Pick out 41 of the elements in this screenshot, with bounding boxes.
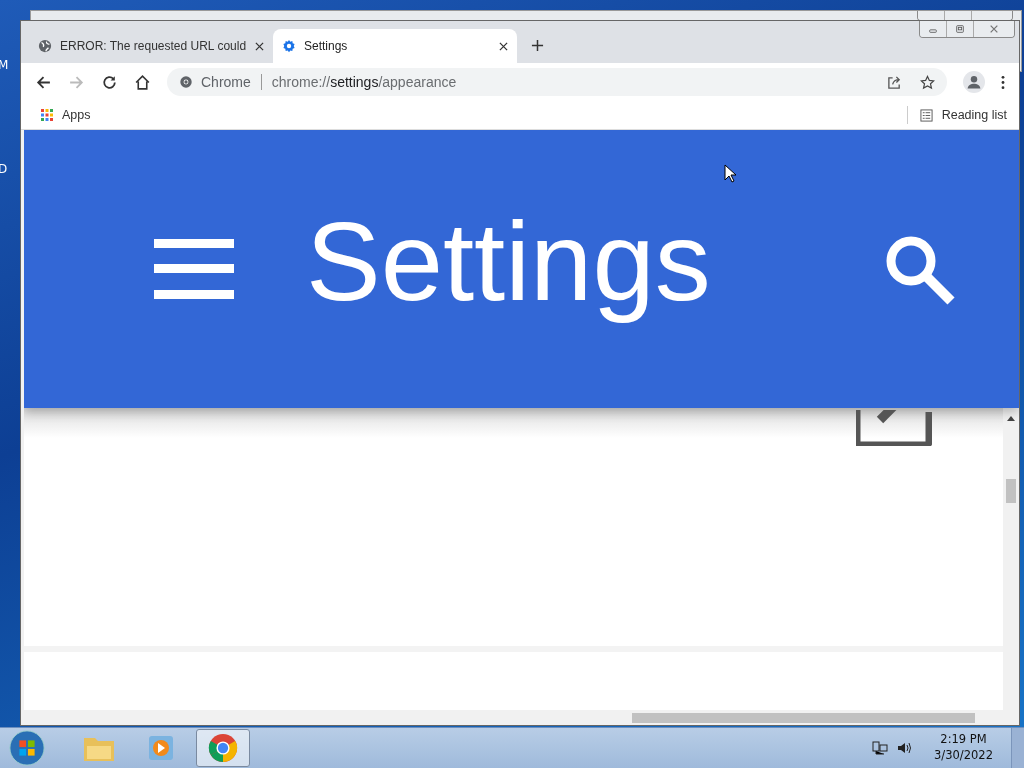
scroll-thumb[interactable] bbox=[1006, 479, 1016, 503]
desktop-icon-label: D bbox=[0, 162, 9, 176]
network-icon[interactable] bbox=[872, 740, 889, 756]
scroll-up-icon[interactable] bbox=[1007, 416, 1015, 421]
home-icon[interactable] bbox=[134, 73, 151, 91]
restore-button[interactable] bbox=[946, 21, 973, 37]
site-label: Chrome bbox=[201, 74, 251, 90]
chrome-icon bbox=[208, 733, 238, 763]
page-title: Settings bbox=[306, 206, 711, 326]
restore-icon bbox=[955, 24, 965, 34]
mouse-cursor-icon bbox=[724, 164, 736, 184]
star-icon[interactable] bbox=[920, 74, 935, 90]
browser-tab[interactable]: Settings bbox=[273, 29, 517, 63]
minimize-button[interactable] bbox=[920, 21, 946, 37]
reading-list-button[interactable]: Reading list bbox=[915, 106, 1011, 124]
clock[interactable]: 2:19 PM 3/30/2022 bbox=[934, 732, 993, 764]
desktop-icon-label: M bbox=[0, 58, 9, 72]
apps-bookmark[interactable]: Apps bbox=[37, 106, 95, 124]
globe-icon bbox=[38, 39, 52, 53]
profile-icon[interactable] bbox=[963, 71, 985, 93]
new-tab-icon[interactable] bbox=[531, 39, 544, 52]
play-icon bbox=[147, 734, 175, 762]
clock-time: 2:19 PM bbox=[940, 732, 987, 748]
reload-icon[interactable] bbox=[101, 73, 118, 91]
menu-icon[interactable] bbox=[1001, 74, 1005, 90]
apps-grid-icon bbox=[41, 109, 53, 121]
speaker-icon[interactable] bbox=[896, 740, 913, 756]
clock-date: 3/30/2022 bbox=[934, 748, 993, 764]
share-icon[interactable] bbox=[887, 74, 902, 90]
browser-tab[interactable]: ERROR: The requested URL could bbox=[29, 29, 273, 63]
address-bar[interactable]: Chrome chrome://settings/appearance bbox=[167, 68, 947, 96]
chrome-icon bbox=[179, 75, 193, 89]
list-icon bbox=[919, 108, 933, 122]
taskbar-button[interactable] bbox=[196, 729, 250, 767]
edit-icon[interactable] bbox=[856, 410, 932, 446]
close-icon[interactable] bbox=[499, 41, 508, 51]
close-icon bbox=[989, 24, 999, 34]
close-icon[interactable] bbox=[255, 41, 264, 51]
start-button[interactable] bbox=[8, 729, 46, 767]
url-text: chrome://settings/appearance bbox=[271, 74, 457, 90]
gear-icon bbox=[282, 39, 296, 53]
